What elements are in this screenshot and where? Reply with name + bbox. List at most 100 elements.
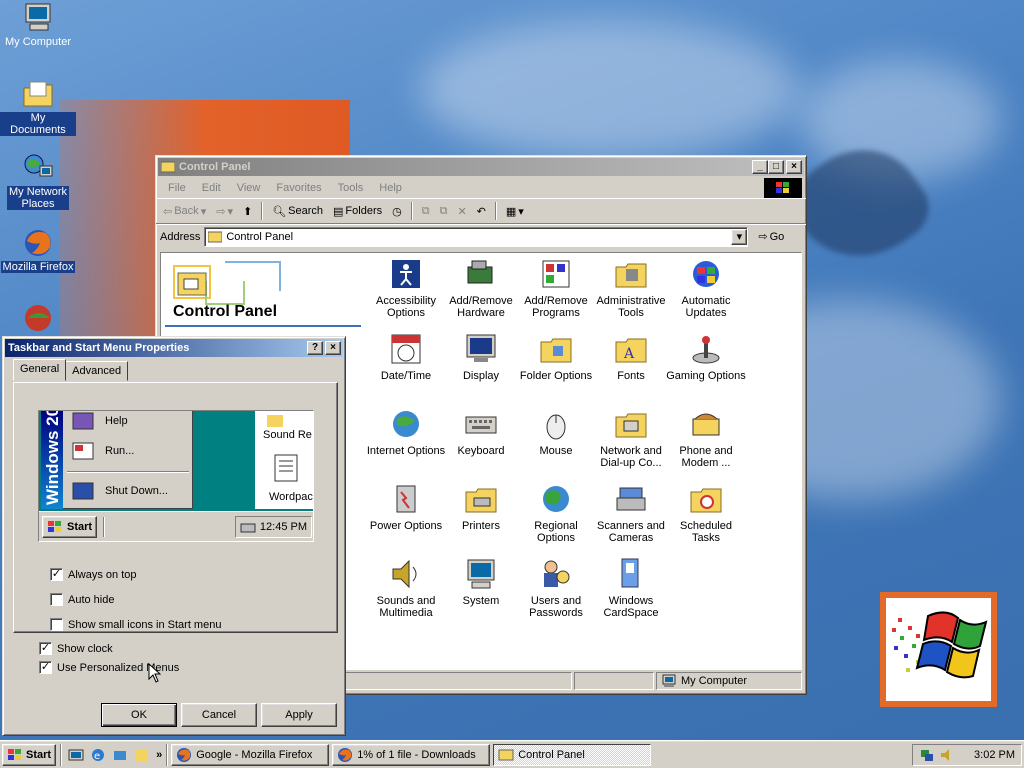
media-icon[interactable] (134, 747, 150, 763)
control-panel-item[interactable]: Printers (441, 482, 521, 532)
always-on-top-checkbox[interactable]: ✓ (50, 568, 63, 581)
show-clock-checkbox[interactable]: ✓ (39, 642, 52, 655)
auto-hide-checkbox[interactable] (50, 593, 63, 606)
control-panel-item[interactable]: Automatic Updates (666, 257, 746, 319)
volume-tray-icon[interactable] (939, 747, 955, 763)
address-dropdown-button[interactable]: ▾ (731, 228, 748, 245)
ok-button[interactable]: OK (101, 703, 177, 727)
start-button[interactable]: Start (2, 743, 57, 766)
power-icon (389, 482, 423, 516)
control-panel-item[interactable]: Date/Time (366, 332, 446, 382)
control-panel-item[interactable]: Add/Remove Hardware (441, 257, 521, 319)
network-icon (614, 407, 648, 441)
back-label: Back (174, 205, 199, 217)
up-folder-button[interactable]: ⬆ (240, 205, 255, 218)
small-icons-checkbox[interactable] (50, 618, 63, 631)
move-to-button[interactable]: ⧉ (419, 205, 433, 218)
minimize-button[interactable]: _ (752, 160, 768, 174)
task-button-control-panel[interactable]: Control Panel (493, 743, 652, 766)
outlook-express-icon[interactable] (112, 747, 128, 763)
control-panel-item[interactable]: Scanners and Cameras (591, 482, 671, 544)
control-panel-item[interactable]: Network and Dial-up Co... (591, 407, 671, 469)
desktop-icon-partial[interactable] (0, 300, 76, 334)
menu-file[interactable]: File (160, 182, 194, 194)
search-button[interactable]: 🔍︎ Search (269, 205, 326, 218)
address-input[interactable]: Control Panel ▾ (204, 226, 749, 247)
option-always-on-top[interactable]: ✓ Always on top (50, 568, 136, 581)
option-auto-hide[interactable]: Auto hide (50, 593, 114, 606)
go-button[interactable]: ⇨ Go (758, 230, 784, 244)
control-panel-titlebar[interactable]: Control Panel _ □ × (158, 158, 804, 176)
control-panel-item[interactable]: Administrative Tools (591, 257, 671, 319)
desktop-icon-my-computer[interactable]: My Computer (0, 2, 76, 48)
preview-taskbar-separator (103, 516, 106, 537)
control-panel-item[interactable]: Mouse (516, 407, 596, 457)
control-panel-item[interactable]: Scheduled Tasks (666, 482, 746, 544)
close-button[interactable]: × (325, 341, 341, 355)
scanner-icon (614, 482, 648, 516)
control-panel-item-label: Network and Dial-up Co... (600, 445, 662, 469)
quick-launch-overflow-icon[interactable]: » (156, 749, 162, 761)
control-panel-item[interactable]: Users and Passwords (516, 557, 596, 619)
menu-edit[interactable]: Edit (194, 182, 229, 194)
history-button[interactable]: ◷ (389, 205, 405, 218)
firefox-icon (338, 747, 353, 762)
undo-button[interactable]: ↶ (474, 205, 489, 218)
desktop-icon-network-places[interactable]: My Network Places (0, 152, 76, 210)
run-icon (72, 442, 94, 460)
task-button-firefox[interactable]: Google - Mozilla Firefox (171, 743, 330, 766)
my-computer-icon (662, 674, 676, 687)
control-panel-item[interactable]: Add/Remove Programs (516, 257, 596, 319)
show-desktop-icon[interactable] (68, 747, 84, 763)
dialog-titlebar[interactable]: Taskbar and Start Menu Properties ? × (5, 339, 343, 357)
control-panel-item[interactable]: Power Options (366, 482, 446, 532)
menu-help[interactable]: Help (371, 182, 410, 194)
control-panel-item[interactable]: Folder Options (516, 332, 596, 382)
forward-button[interactable]: ⇨ ▾ (213, 205, 236, 218)
taskbar-clock[interactable]: 3:02 PM (974, 749, 1015, 761)
control-panel-item[interactable]: Regional Options (516, 482, 596, 544)
control-panel-item[interactable]: Display (441, 332, 521, 382)
control-panel-item[interactable]: Sounds and Multimedia (366, 557, 446, 619)
apply-button[interactable]: Apply (261, 703, 337, 727)
preview-start-menu: Windows 2000 Help Run... Shut Down... (41, 411, 193, 509)
folders-button[interactable]: ▤ Folders (330, 205, 385, 218)
windows-flag-icon (8, 748, 21, 760)
task-button-downloads[interactable]: 1% of 1 file - Downloads (332, 743, 491, 766)
control-panel-item[interactable]: System (441, 557, 521, 607)
control-panel-item[interactable]: A Fonts (591, 332, 671, 382)
copy-to-button[interactable]: ⧉ (437, 205, 451, 218)
desktop-icon-label: My Documents (0, 112, 76, 136)
control-panel-item[interactable]: Accessibility Options (366, 257, 446, 319)
control-panel-item[interactable]: Phone and Modem ... (666, 407, 746, 469)
option-show-clock[interactable]: ✓ Show clock (39, 642, 113, 655)
task-label: Control Panel (518, 748, 585, 761)
control-panel-item[interactable]: Internet Options (366, 407, 446, 457)
control-panel-item[interactable]: Keyboard (441, 407, 521, 457)
network-tray-icon[interactable] (919, 747, 935, 763)
control-panel-item[interactable]: Gaming Options (666, 332, 746, 382)
taskbar-separator (60, 743, 63, 766)
internet-explorer-icon[interactable]: e (90, 747, 106, 763)
tab-advanced[interactable]: Advanced (65, 361, 129, 381)
delete-button[interactable]: ✕ (454, 205, 469, 218)
help-button[interactable]: ? (307, 341, 323, 355)
views-button[interactable]: ▦ ▾ (503, 205, 527, 218)
menu-view[interactable]: View (229, 182, 269, 194)
desktop-icon-my-documents[interactable]: My Documents (0, 78, 76, 136)
windows-flag-icon (892, 611, 988, 679)
tab-general[interactable]: General (13, 359, 67, 381)
preview-menu-item: Help (71, 411, 128, 431)
menu-tools[interactable]: Tools (330, 182, 372, 194)
maximize-button[interactable]: □ (768, 160, 784, 174)
option-small-icons[interactable]: Show small icons in Start menu (50, 618, 221, 631)
desktop-icon-firefox[interactable]: Mozilla Firefox (0, 227, 76, 273)
back-button[interactable]: ⇦ Back ▾ (160, 205, 209, 218)
control-panel-item[interactable]: Windows CardSpace (591, 557, 671, 619)
control-panel-item-label: Accessibility Options (376, 295, 436, 319)
close-button[interactable]: × (786, 160, 802, 174)
cancel-button[interactable]: Cancel (181, 703, 257, 727)
personalized-menus-checkbox[interactable]: ✓ (39, 661, 52, 674)
menu-favorites[interactable]: Favorites (268, 182, 329, 194)
desktop-icon-label: My Network Places (6, 186, 70, 210)
